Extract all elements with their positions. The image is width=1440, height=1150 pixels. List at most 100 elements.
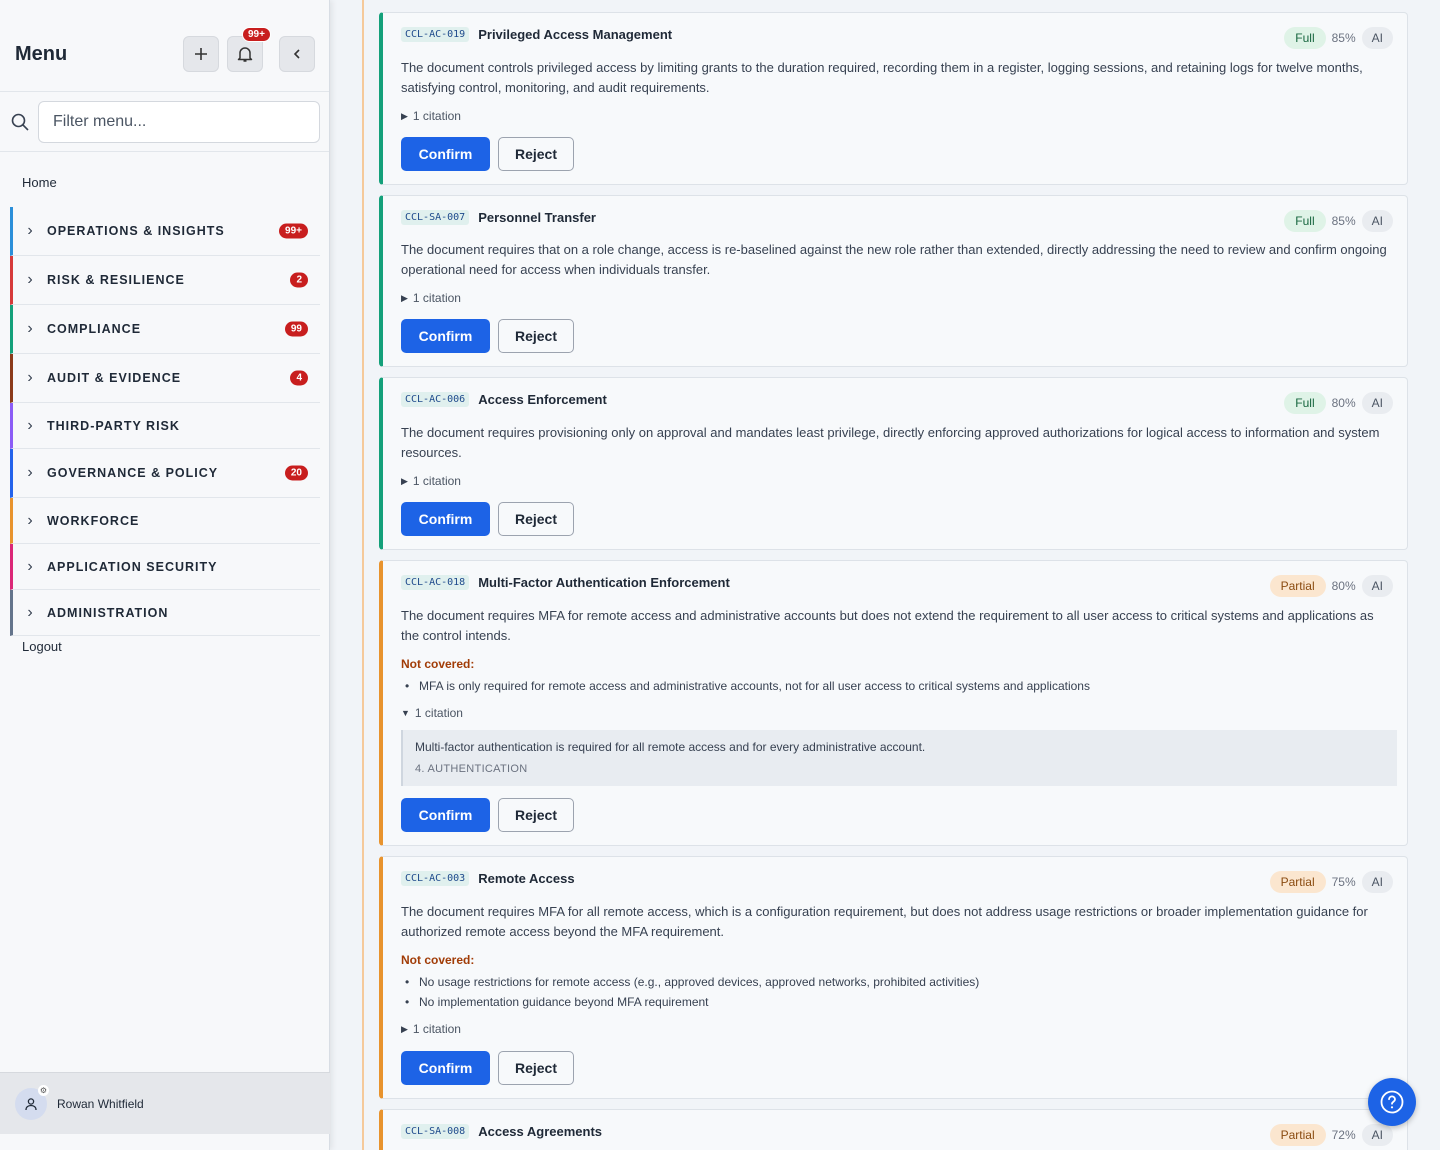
nav-group-governance-policy[interactable]: › GOVERNANCE & POLICY 20 xyxy=(10,449,320,498)
ai-chip: AI xyxy=(1361,210,1393,232)
nav-group-label: APPLICATION SECURITY xyxy=(47,559,218,574)
collapse-sidebar-button[interactable] xyxy=(279,36,315,72)
nav-groups: › OPERATIONS & INSIGHTS 99+ › RISK & RESILIE… xyxy=(10,207,320,636)
nav-group-label: GOVERNANCE & POLICY xyxy=(47,466,219,480)
control-title: Privileged Access Management xyxy=(478,27,673,42)
control-title: Multi-Factor Authentication Enforcement xyxy=(478,575,730,590)
nav-group-label: RISK & RESILIENCE xyxy=(47,273,185,287)
control-code: CCL-SA-007 xyxy=(401,210,470,225)
caret-right-icon: ▶ xyxy=(401,1023,408,1034)
not-covered-item: No usage restrictions for remote access … xyxy=(401,972,979,992)
not-covered-list: MFA is only required for remote access a… xyxy=(401,676,1090,696)
help-button[interactable] xyxy=(1368,1078,1416,1126)
nav-group-label: WORKFORCE xyxy=(47,513,140,528)
control-card: CCL-SA-007 Personnel Transfer Full 85% AI T… xyxy=(379,195,1408,367)
quote-text: Multi-factor authentication is required … xyxy=(415,740,926,754)
confidence-percent: 85% xyxy=(1331,31,1356,45)
not-covered-item: MFA is only required for remote access a… xyxy=(401,676,1090,696)
sidebar-header: Menu 99+ xyxy=(0,0,329,92)
confidence-percent: 85% xyxy=(1331,214,1356,228)
reject-button[interactable]: Reject xyxy=(498,137,574,171)
control-code: CCL-SA-008 xyxy=(401,1124,470,1139)
control-description: The document requires that on a role cha… xyxy=(401,242,1387,277)
confirm-button[interactable]: Confirm xyxy=(401,137,490,171)
status-badge: Full xyxy=(1284,27,1326,49)
citation-label: 1 citation xyxy=(414,706,463,720)
not-covered-list: No usage restrictions for remote access … xyxy=(401,972,979,1012)
reject-button[interactable]: Reject xyxy=(498,319,574,353)
nav-group-administration[interactable]: › ADMINISTRATION xyxy=(10,590,320,636)
citation-toggle[interactable]: ▶ 1 citation xyxy=(401,474,461,488)
chevron-right-icon: › xyxy=(27,320,33,337)
sidebar-title: Menu xyxy=(15,43,68,65)
citation-toggle[interactable]: ▶ 1 citation xyxy=(401,109,461,123)
reject-button[interactable]: Reject xyxy=(498,1051,574,1085)
status-badge: Partial xyxy=(1269,1124,1326,1146)
sidebar: Menu 99+ Home ›OPERATIONS & INSIGHTS99+›… xyxy=(0,0,330,1150)
control-card: CCL-AC-003 Remote Access Partial 75% AI The… xyxy=(379,856,1408,1099)
notifications-button[interactable]: 99+ xyxy=(227,27,271,72)
status-badge: Partial xyxy=(1269,575,1326,597)
question-icon xyxy=(1380,1090,1404,1114)
chevron-right-icon: › xyxy=(27,271,33,288)
avatar: ⚙ xyxy=(15,1084,49,1120)
user-icon xyxy=(25,1097,37,1110)
citation-label: 1 citation xyxy=(412,291,461,305)
nav-group-application-security[interactable]: › APPLICATION SECURITY xyxy=(10,544,320,590)
caret-right-icon: ▶ xyxy=(401,110,408,121)
nav-group-risk-resilience[interactable]: › RISK & RESILIENCE 2 xyxy=(10,256,320,305)
citation-toggle[interactable]: ▼ 1 citation xyxy=(401,706,463,720)
confirm-button[interactable]: Confirm xyxy=(401,1051,490,1085)
reject-button[interactable]: Reject xyxy=(498,798,574,832)
control-description: The document requires provisioning only … xyxy=(401,425,1380,460)
ai-chip: AI xyxy=(1361,27,1393,49)
nav-logout[interactable]: Logout xyxy=(22,639,62,654)
notifications-badge: 99+ xyxy=(242,27,271,42)
search-icon xyxy=(11,113,29,131)
citation-toggle[interactable]: ▶ 1 citation xyxy=(401,1022,461,1036)
nav-group-badge: 2 xyxy=(290,272,308,288)
confirm-button[interactable]: Confirm xyxy=(401,798,490,832)
confirm-button[interactable]: Confirm xyxy=(401,319,490,353)
nav-group-compliance[interactable]: › COMPLIANCE 99 xyxy=(10,305,320,354)
nav-group-third-party-risk[interactable]: › THIRD-PARTY RISK xyxy=(10,403,320,449)
gear-icon: ⚙ xyxy=(38,1084,49,1096)
nav-home[interactable]: Home xyxy=(22,175,57,190)
confidence-percent: 80% xyxy=(1331,579,1356,593)
nav-group-badge: 4 xyxy=(290,370,308,386)
control-description: The document requires MFA for all remote… xyxy=(401,904,1368,939)
control-card: CCL-AC-006 Access Enforcement Full 80% AI T… xyxy=(379,377,1408,550)
filter-menu-input[interactable] xyxy=(38,101,320,143)
timeline-divider xyxy=(362,0,364,1150)
nav-group-operations-insights[interactable]: › OPERATIONS & INSIGHTS 99+ xyxy=(10,207,320,256)
control-title: Personnel Transfer xyxy=(478,210,596,225)
bell-icon xyxy=(237,47,253,62)
ai-chip: AI xyxy=(1361,871,1393,893)
nav-group-audit-evidence[interactable]: › AUDIT & EVIDENCE 4 xyxy=(10,354,320,403)
nav-group-workforce[interactable]: › WORKFORCE xyxy=(10,498,320,544)
nav-group-label: COMPLIANCE xyxy=(47,322,142,336)
status-badge: Partial xyxy=(1269,871,1326,893)
chevron-left-icon xyxy=(293,49,300,59)
confirm-button[interactable]: Confirm xyxy=(401,502,490,536)
ai-chip: AI xyxy=(1361,575,1393,597)
status-badge: Full xyxy=(1284,392,1326,414)
user-name: Rowan Whitfield xyxy=(57,1096,144,1111)
caret-right-icon: ▶ xyxy=(401,292,408,303)
ai-chip: AI xyxy=(1361,1124,1393,1146)
confidence-percent: 80% xyxy=(1331,396,1356,410)
add-button[interactable] xyxy=(183,36,219,72)
user-profile[interactable]: ⚙ Rowan Whitfield xyxy=(0,1072,330,1134)
reject-button[interactable]: Reject xyxy=(498,502,574,536)
chevron-right-icon: › xyxy=(27,557,33,575)
nav-group-label: OPERATIONS & INSIGHTS xyxy=(47,224,225,238)
not-covered-label: Not covered: xyxy=(401,953,475,967)
citation-label: 1 citation xyxy=(412,1022,461,1036)
nav-group-label: THIRD-PARTY RISK xyxy=(47,418,180,433)
control-code: CCL-AC-003 xyxy=(401,871,470,886)
citation-toggle[interactable]: ▶ 1 citation xyxy=(401,291,461,305)
caret-down-icon: ▼ xyxy=(401,708,410,718)
confidence-percent: 75% xyxy=(1331,875,1356,889)
ai-chip: AI xyxy=(1361,392,1393,414)
plus-icon xyxy=(195,48,207,60)
